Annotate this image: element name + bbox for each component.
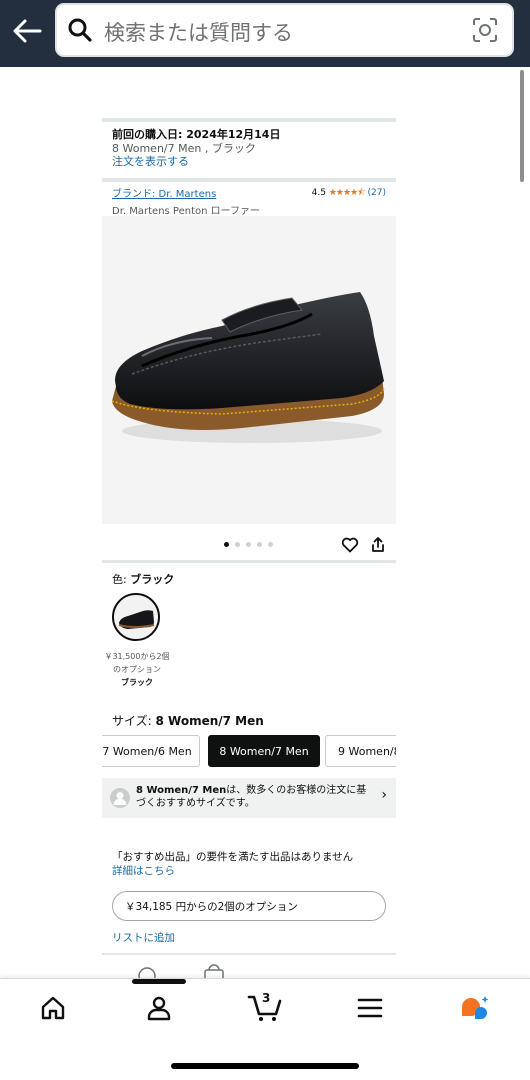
swatch-shoe-image bbox=[114, 595, 158, 639]
color-selector: 色: ブラック bbox=[102, 571, 396, 587]
product-title: Dr. Martens Penton ローファー bbox=[112, 206, 261, 217]
review-count[interactable]: (27) bbox=[368, 188, 386, 198]
size-value: 8 Women/7 Men bbox=[155, 714, 264, 728]
cart-count-badge: 3 bbox=[262, 991, 271, 1005]
share-icon[interactable] bbox=[369, 536, 387, 558]
divider bbox=[102, 118, 396, 122]
divider bbox=[102, 178, 396, 182]
color-label: 色: bbox=[112, 573, 131, 586]
no-featured-offer-text: 「おすすめ出品」の要件を満たす出品はありません bbox=[112, 851, 354, 863]
home-indicator bbox=[171, 1063, 359, 1069]
pagination-dot[interactable] bbox=[224, 542, 229, 547]
previous-purchase-variant: 8 Women/7 Men , ブラック bbox=[112, 141, 256, 155]
size-option[interactable]: 7 Women/6 Men bbox=[102, 735, 200, 767]
star-rating-icon: ★★★★⯪ bbox=[328, 188, 366, 198]
pagination-dot[interactable] bbox=[235, 542, 240, 547]
chevron-right-icon[interactable]: › bbox=[381, 788, 387, 802]
scrollbar[interactable] bbox=[520, 70, 524, 182]
details-link[interactable]: 詳細はこちら bbox=[112, 864, 353, 878]
pagination-dot[interactable] bbox=[268, 542, 273, 547]
search-icon bbox=[67, 17, 93, 47]
top-bar: 検索または質問する bbox=[0, 0, 530, 67]
search-input[interactable]: 検索または質問する bbox=[104, 17, 293, 47]
heart-icon[interactable] bbox=[341, 536, 359, 558]
size-label: サイズ: 8 Women/7 Men bbox=[112, 712, 264, 729]
account-icon[interactable] bbox=[139, 993, 179, 1023]
color-swatch-black[interactable] bbox=[112, 593, 160, 641]
rating-summary[interactable]: 4.5 ★★★★⯪ (27) bbox=[312, 185, 386, 201]
pagination-dot[interactable] bbox=[257, 542, 262, 547]
menu-icon[interactable] bbox=[350, 993, 390, 1023]
swatch-price: ￥31,500から2個のオプション bbox=[104, 652, 170, 674]
rating-value: 4.5 bbox=[311, 188, 326, 198]
product-image[interactable] bbox=[102, 216, 396, 524]
rufus-icon[interactable] bbox=[454, 993, 494, 1023]
no-featured-offer: 「おすすめ出品」の要件を満たす出品はありません 詳細はこちら bbox=[112, 850, 353, 878]
size-option[interactable]: 9 Women/8 bbox=[325, 735, 396, 767]
size-option-selected[interactable]: 8 Women/7 Men bbox=[208, 735, 320, 767]
home-icon[interactable] bbox=[33, 993, 73, 1023]
color-value: ブラック bbox=[130, 573, 175, 586]
divider bbox=[102, 560, 396, 563]
swatch-name: ブラック bbox=[121, 678, 153, 687]
offer-options-button[interactable]: ￥34,185 円からの2個のオプション bbox=[112, 891, 386, 921]
product-header: ブランド: Dr. Martens 4.5 ★★★★⯪ (27) Dr. Mar… bbox=[102, 185, 396, 217]
previous-purchase-label: 前回の購入日: 2024年12月14日 bbox=[112, 128, 281, 141]
search-bar[interactable]: 検索または質問する bbox=[55, 3, 514, 57]
user-avatar-icon bbox=[110, 788, 130, 808]
image-pagination-dots[interactable] bbox=[224, 542, 273, 547]
camera-search-icon[interactable] bbox=[472, 17, 498, 47]
add-to-list-link[interactable]: リストに追加 bbox=[112, 930, 175, 945]
active-tab-indicator bbox=[132, 979, 186, 984]
size-label-text: サイズ: bbox=[112, 714, 156, 728]
size-recommendation-banner[interactable]: 8 Women/7 Menは、数多くのお客様の注文に基づくおすすめサイズです。 … bbox=[102, 778, 396, 818]
recommended-size: 8 Women/7 Men bbox=[136, 785, 227, 796]
previous-purchase-box: 前回の購入日: 2024年12月14日 8 Women/7 Men , ブラック… bbox=[102, 128, 396, 169]
swatch-info: ￥31,500から2個のオプション ブラック bbox=[102, 650, 172, 689]
back-arrow-icon[interactable] bbox=[10, 14, 44, 48]
size-options[interactable]: 7 Women/6 Men 8 Women/7 Men 9 Women/8 bbox=[102, 735, 396, 768]
pagination-dot[interactable] bbox=[246, 542, 251, 547]
view-order-link[interactable]: 注文を表示する bbox=[112, 155, 386, 169]
divider bbox=[102, 953, 396, 955]
loafer-shoe-image bbox=[111, 292, 385, 443]
